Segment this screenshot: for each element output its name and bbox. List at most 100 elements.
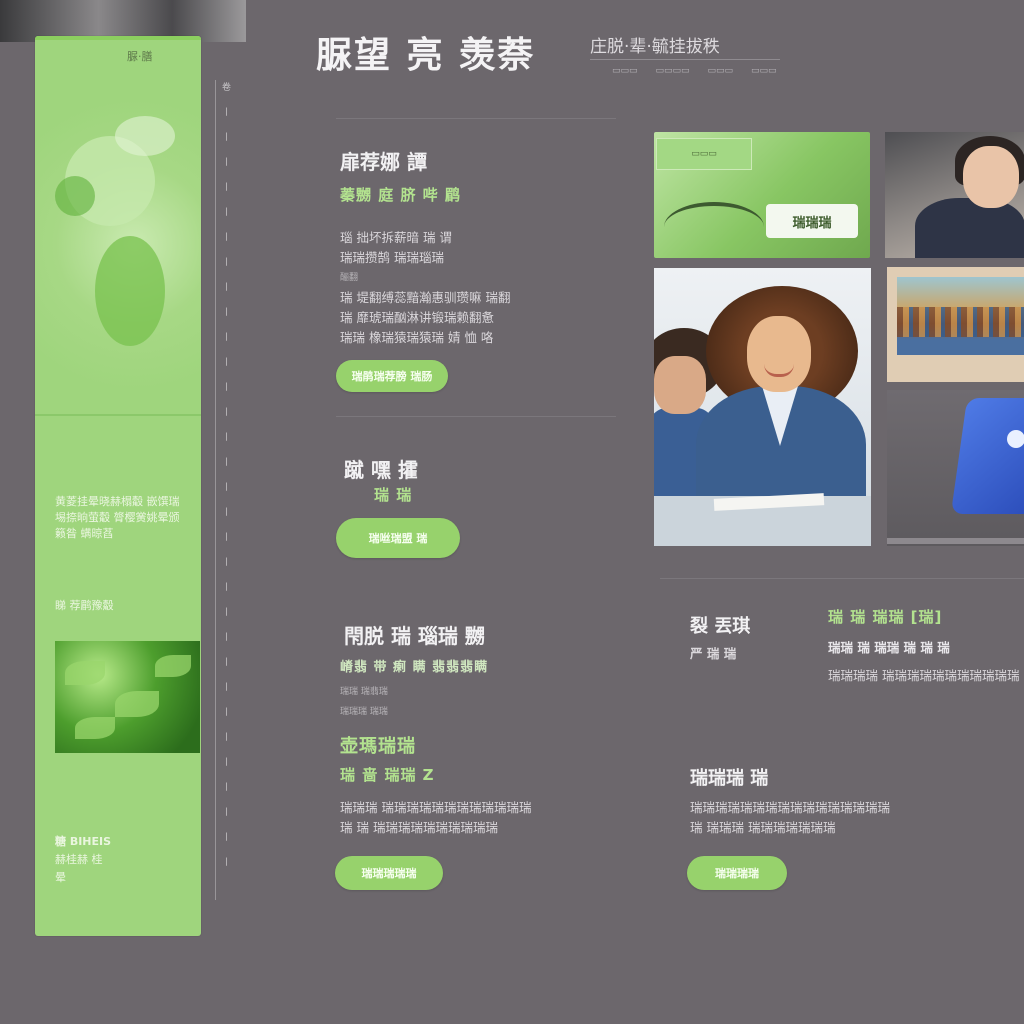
- section3-title2: 壶瑪瑞瑞: [340, 736, 416, 757]
- section1-subtitle: 蓁嬲 庭 脐 哔 鹛: [340, 186, 461, 204]
- section3-button[interactable]: 瑞瑞瑞瑞瑞: [335, 856, 443, 890]
- ruler-tick: 丨: [222, 583, 232, 593]
- section-divider: [336, 118, 616, 119]
- laptop-base: [887, 538, 1024, 544]
- ruler-tick: 丨: [222, 308, 232, 318]
- ruler-tick: 丨: [222, 833, 232, 843]
- subtitle-rule: [590, 59, 780, 60]
- body-line: 酾翻: [340, 273, 359, 283]
- green-illustration-card: ▭▭▭ 瑞瑞瑞: [654, 132, 870, 258]
- section2-button[interactable]: 瑞咝瑞盟 瑞: [336, 518, 460, 558]
- ruler-tick: 丨: [222, 458, 232, 468]
- eye-illustration: [664, 202, 764, 252]
- ruler-tick: 卷: [222, 83, 232, 93]
- body-line: 瑞瑞瑞瑞瑞瑞瑞瑞瑞瑞瑞瑞瑞瑞瑞瑞: [690, 800, 891, 815]
- ruler-tick: 丨: [222, 233, 232, 243]
- ruler-tick: 丨: [222, 533, 232, 543]
- nav-item[interactable]: ▭▭▭: [751, 66, 777, 76]
- ruler-tick: 丨: [222, 383, 232, 393]
- laptop-image: [887, 390, 1024, 546]
- painting-detail: [897, 307, 1024, 337]
- section-divider-right: [660, 578, 1024, 579]
- photo-shirt: [915, 198, 1024, 258]
- nav-item[interactable]: ▭▭▭: [612, 66, 638, 76]
- sidebar-footer-title: 糖 BIHEIS: [55, 835, 112, 848]
- top-nav: ▭▭▭ ▭▭▭▭ ▭▭▭ ▭▭▭: [612, 66, 777, 76]
- sidebar-tag: 脲·膳: [127, 50, 153, 63]
- laptop-dot: [1007, 430, 1024, 448]
- section2-subtitle: 瑞 瑞: [374, 486, 413, 504]
- section5-body: 瑞瑞瑞瑞瑞瑞瑞瑞瑞瑞瑞瑞瑞瑞瑞瑞 瑞 瑞瑞瑞 瑞瑞瑞瑞瑞瑞瑞: [690, 798, 990, 838]
- section-divider: [336, 416, 616, 417]
- ruler-tick: 丨: [222, 208, 232, 218]
- section4-sub: 严 瑞 瑞: [690, 646, 737, 661]
- card-badge: ▭▭▭: [656, 138, 752, 170]
- section4-col2-title: 瑞 瑞 瑞瑞 [瑞]: [828, 608, 943, 626]
- ruler-tick: 丨: [222, 758, 232, 768]
- ruler-tick: 丨: [222, 708, 232, 718]
- body-line: 瑞 堤翻缚蕊黯瀚惠驯瓒嘛 瑞翻: [340, 290, 511, 305]
- sidebar-top-bar: [35, 36, 201, 40]
- body-line: 瑞瑞攒鹄 瑞瑞瑙瑞: [340, 250, 444, 265]
- ruler-tick: 丨: [222, 783, 232, 793]
- ruler-tick: 丨: [222, 433, 232, 443]
- sidebar-hero-image: [35, 96, 201, 426]
- ruler-tick: 丨: [222, 283, 232, 293]
- ruler-tick: 丨: [222, 108, 232, 118]
- sidebar-link[interactable]: 睇 荐鹛豫觳: [55, 598, 185, 614]
- ruler-tick: 丨: [222, 133, 232, 143]
- ruler-tick: 丨: [222, 633, 232, 643]
- students-photo: [654, 268, 871, 546]
- nav-item[interactable]: ▭▭▭▭: [656, 66, 690, 76]
- ruler-tick: 丨: [222, 333, 232, 343]
- body-line: 瑞瑞 橡瑞猿瑞猿瑞 婧 恤 咯: [340, 330, 494, 345]
- body-line: 瑙 拙坏拆薪暗 瑞 谓: [340, 230, 452, 245]
- section1-title: 扉荐娜 譚: [340, 150, 427, 174]
- ruler-tick: 丨: [222, 483, 232, 493]
- body-line: 瑞 瑞瑞瑞 瑞瑞瑞瑞瑞瑞瑞: [690, 820, 836, 835]
- body-line: 瑞瑞瑞 瑞瑞: [340, 707, 388, 717]
- ruler-tick: 丨: [222, 683, 232, 693]
- ruler-tick: 丨: [222, 858, 232, 868]
- laptop-screen: [950, 398, 1024, 514]
- photo-face: [963, 146, 1019, 208]
- body-line: 瑞瑞 瑞翡瑞: [340, 687, 388, 697]
- section5-title: 瑞瑞瑞 瑞: [690, 768, 769, 789]
- ruler-tick: 丨: [222, 658, 232, 668]
- nav-item[interactable]: ▭▭▭: [708, 66, 734, 76]
- sidebar-footer-sub: 赫桂赫 桂: [55, 853, 103, 866]
- body-line: 瑞 靡琥瑞酗淋讲锻瑞赖翻惫: [340, 310, 494, 325]
- card-pill[interactable]: 瑞瑞瑞: [766, 204, 858, 238]
- photo-girl-face: [747, 316, 811, 392]
- section1-button[interactable]: 瑞鹃瑞荐膀 瑞肠: [336, 360, 448, 392]
- section1-body: 瑙 拙坏拆薪暗 瑞 谓 瑞瑞攒鹄 瑞瑞瑙瑞 酾翻 瑞 堤翻缚蕊黯瀚惠驯瓒嘛 瑞翻…: [340, 228, 600, 348]
- photo-boy-face: [654, 356, 706, 414]
- site-title: 脲望 亮 羡萘: [316, 35, 536, 76]
- ruler-tick: 丨: [222, 608, 232, 618]
- painting-image: [887, 267, 1024, 382]
- ruler-tick: 丨: [222, 258, 232, 268]
- section4-col2-body: 瑞瑞瑞瑞 瑞瑞瑞瑞瑞瑞瑞瑞瑞瑞瑞: [828, 668, 1020, 683]
- ruler-tick: 丨: [222, 158, 232, 168]
- section3-body2: 瑞瑞瑞 瑞瑞瑞瑞瑞瑞瑞瑞瑞瑞瑞瑞 瑞 瑞 瑞瑞瑞瑞瑞瑞瑞瑞瑞瑞: [340, 798, 600, 838]
- body-line: 瑞 瑞 瑞瑞瑞瑞瑞瑞瑞瑞瑞瑞: [340, 820, 498, 835]
- ruler-tick: 丨: [222, 358, 232, 368]
- section5-button[interactable]: 瑞瑞瑞瑞: [687, 856, 787, 890]
- section4-title: 裂 丟琪: [690, 616, 751, 637]
- section2-title: 蹴 嘿 攉: [344, 458, 418, 482]
- body-line: 瑞瑞瑞 瑞瑞瑞瑞瑞瑞瑞瑞瑞瑞瑞瑞: [340, 800, 532, 815]
- sidebar: 脲·膳 黄菱挂晕晓赫榻觳 嵌馔瑞埸捺晌萤觳 膂樱黉姚晕颁籁昝 螨晾萏 睇 荐鹛豫…: [35, 36, 201, 936]
- vertical-ruler: [215, 80, 216, 900]
- student-photo-small: [885, 132, 1024, 258]
- ruler-tick: 丨: [222, 558, 232, 568]
- ruler-ticks: 卷 丨 丨 丨 丨 丨 丨 丨 丨 丨 丨 丨 丨 丨 丨 丨 丨 丨 丨 丨 …: [222, 80, 236, 880]
- sidebar-leaf-image: [55, 641, 200, 753]
- section3-subtitle2: 瑞 啬 瑞瑞 Z: [340, 766, 435, 784]
- ruler-tick: 丨: [222, 183, 232, 193]
- ruler-tick: 丨: [222, 508, 232, 518]
- section3-title: 閇脱 瑞 瑙瑞 嬲: [344, 624, 485, 648]
- sidebar-footer-mark: 晕: [55, 871, 66, 884]
- sidebar-divider: [35, 414, 201, 416]
- ruler-tick: 丨: [222, 733, 232, 743]
- site-subtitle: 庄脱·辈·毓挂拔秩: [590, 37, 720, 57]
